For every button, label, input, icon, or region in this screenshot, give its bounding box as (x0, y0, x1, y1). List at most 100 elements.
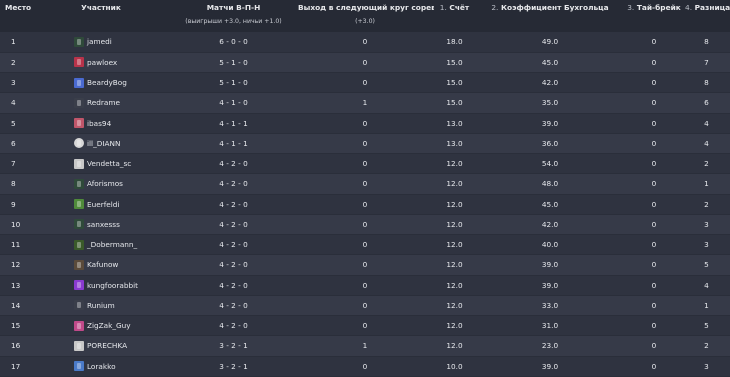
player-cell[interactable]: Runium (31, 295, 171, 317)
advance-header[interactable]: Выход в следующий круг соревнований (+3.… (296, 0, 434, 32)
diff-cell: 2 (683, 335, 730, 357)
table-header: Место Участник Матчи В-П-Н (выигрыши +3.… (0, 0, 730, 32)
player-cell[interactable]: Vendetta_sc (31, 153, 171, 175)
advance-cell: 0 (296, 133, 434, 155)
player-cell[interactable]: jamedi (31, 32, 171, 53)
table-row[interactable]: 1 jamedi 6 - 0 - 0 0 18.0 49.0 0 8 (0, 32, 730, 53)
player-cell[interactable]: Lorakko (31, 356, 171, 377)
player-cell[interactable]: BeardyBog (31, 72, 171, 94)
table-row[interactable]: 3 BeardyBog 5 - 1 - 0 0 15.0 42.0 0 8 (0, 72, 730, 94)
player-name[interactable]: Runium (87, 301, 115, 310)
player-name[interactable]: ZigZak_Guy (87, 321, 131, 330)
advance-cell: 1 (296, 335, 434, 357)
player-name[interactable]: Euerfeldi (87, 200, 119, 209)
player-name[interactable]: ill_DIANN (87, 139, 120, 148)
table-row[interactable]: 11 _Dobermann_ 4 - 2 - 0 0 12.0 40.0 0 3 (0, 234, 730, 256)
player-name[interactable]: Vendetta_sc (87, 159, 131, 168)
rank-header-label: Место (5, 3, 31, 12)
rank-cell: 14 (0, 295, 31, 317)
tiebreak-cell: 0 (625, 32, 683, 53)
player-header[interactable]: Участник (31, 0, 171, 32)
table-row[interactable]: 2 pawloex 5 - 1 - 0 0 15.0 45.0 0 7 (0, 52, 730, 74)
buchholz-cell: 48.0 (475, 173, 625, 195)
player-name[interactable]: Aforismos (87, 179, 123, 188)
table-row[interactable]: 6 ill_DIANN 4 - 1 - 1 0 13.0 36.0 0 4 (0, 133, 730, 155)
advance-cell: 0 (296, 214, 434, 236)
player-name[interactable]: sanxesss (87, 220, 120, 229)
table-row[interactable]: 10 sanxesss 4 - 2 - 0 0 12.0 42.0 0 3 (0, 214, 730, 236)
buchholz-cell: 45.0 (475, 194, 625, 215)
buchholz-cell: 39.0 (475, 254, 625, 276)
advance-header-label: Выход в следующий круг соревнований (298, 3, 434, 12)
player-cell[interactable]: ill_DIANN (31, 133, 171, 155)
table-row[interactable]: 5 ibas94 4 - 1 - 1 0 13.0 39.0 0 4 (0, 113, 730, 134)
rank-cell: 11 (0, 234, 31, 256)
table-row[interactable]: 4 Redrame 4 - 1 - 0 1 15.0 35.0 0 6 (0, 92, 730, 114)
score-cell: 12.0 (434, 234, 475, 256)
player-cell[interactable]: Euerfeldi (31, 194, 171, 215)
player-cell[interactable]: pawloex (31, 52, 171, 74)
record-cell: 3 - 2 - 1 (171, 356, 296, 377)
player-name[interactable]: Kafunow (87, 260, 118, 269)
buchholz-header[interactable]: 2. Коэффициент Бухгольца (475, 0, 625, 32)
table-row[interactable]: 8 Aforismos 4 - 2 - 0 0 12.0 48.0 0 1 (0, 173, 730, 195)
avatar-icon (74, 239, 84, 250)
player-name[interactable]: Lorakko (87, 362, 116, 371)
player-name[interactable]: kungfoorabbit (87, 281, 138, 290)
player-cell[interactable]: Aforismos (31, 173, 171, 195)
player-name[interactable]: BeardyBog (87, 78, 127, 87)
player-cell[interactable]: ZigZak_Guy (31, 315, 171, 337)
diff-cell: 5 (683, 254, 730, 276)
advance-cell: 0 (296, 275, 434, 296)
player-name[interactable]: Redrame (87, 98, 120, 107)
player-name[interactable]: ibas94 (87, 119, 111, 128)
tiebreak-cell: 0 (625, 234, 683, 256)
advance-cell: 0 (296, 72, 434, 94)
standings-table: Место Участник Матчи В-П-Н (выигрыши +3.… (0, 0, 730, 377)
rank-cell: 15 (0, 315, 31, 337)
score-header-num: 1. (439, 3, 447, 12)
matches-header[interactable]: Матчи В-П-Н (выигрыши +3.0, ничьи +1.0) (171, 0, 296, 32)
score-cell: 15.0 (434, 72, 475, 94)
player-cell[interactable]: _Dobermann_ (31, 234, 171, 256)
player-cell[interactable]: kungfoorabbit (31, 275, 171, 296)
table-row[interactable]: 17 Lorakko 3 - 2 - 1 0 10.0 39.0 0 3 (0, 356, 730, 377)
player-name[interactable]: pawloex (87, 58, 117, 67)
score-cell: 12.0 (434, 214, 475, 236)
player-cell[interactable]: sanxesss (31, 214, 171, 236)
tiebreak-cell: 0 (625, 72, 683, 94)
table-body: 1 jamedi 6 - 0 - 0 0 18.0 49.0 0 8 2 pawloex 5 - 1… (0, 32, 730, 377)
player-cell[interactable]: Redrame (31, 92, 171, 114)
table-row[interactable]: 12 Kafunow 4 - 2 - 0 0 12.0 39.0 0 5 (0, 254, 730, 276)
rank-cell: 4 (0, 92, 31, 114)
table-row[interactable]: 14 Runium 4 - 2 - 0 0 12.0 33.0 0 1 (0, 295, 730, 317)
diff-cell: 6 (683, 92, 730, 114)
table-row[interactable]: 15 ZigZak_Guy 4 - 2 - 0 0 12.0 31.0 0 5 (0, 315, 730, 337)
rank-cell: 16 (0, 335, 31, 357)
score-cell: 12.0 (434, 194, 475, 215)
buchholz-cell: 49.0 (475, 32, 625, 53)
tiebreak-cell: 0 (625, 92, 683, 114)
record-cell: 4 - 1 - 0 (171, 92, 296, 114)
tiebreak-header[interactable]: 3. Тай-брейк (625, 0, 683, 32)
advance-cell: 0 (296, 194, 434, 215)
diff-header[interactable]: 4. Разница очков (683, 0, 730, 32)
score-cell: 13.0 (434, 133, 475, 155)
player-cell[interactable]: Kafunow (31, 254, 171, 276)
avatar-icon (74, 280, 84, 291)
table-row[interactable]: 16 PORECHKA 3 - 2 - 1 1 12.0 23.0 0 2 (0, 335, 730, 357)
record-cell: 3 - 2 - 1 (171, 335, 296, 357)
player-name[interactable]: PORECHKA (87, 341, 127, 350)
table-row[interactable]: 7 Vendetta_sc 4 - 2 - 0 0 12.0 54.0 0 2 (0, 153, 730, 175)
rank-header[interactable]: Место (0, 0, 31, 32)
score-header[interactable]: 1. Счёт (434, 0, 475, 32)
table-row[interactable]: 9 Euerfeldi 4 - 2 - 0 0 12.0 45.0 0 2 (0, 194, 730, 215)
player-name[interactable]: _Dobermann_ (87, 240, 137, 249)
avatar-icon (74, 178, 84, 189)
advance-cell: 0 (296, 315, 434, 337)
table-row[interactable]: 13 kungfoorabbit 4 - 2 - 0 0 12.0 39.0 0 4 (0, 275, 730, 296)
rank-cell: 2 (0, 52, 31, 74)
player-cell[interactable]: PORECHKA (31, 335, 171, 357)
player-cell[interactable]: ibas94 (31, 113, 171, 134)
player-name[interactable]: jamedi (87, 37, 112, 46)
